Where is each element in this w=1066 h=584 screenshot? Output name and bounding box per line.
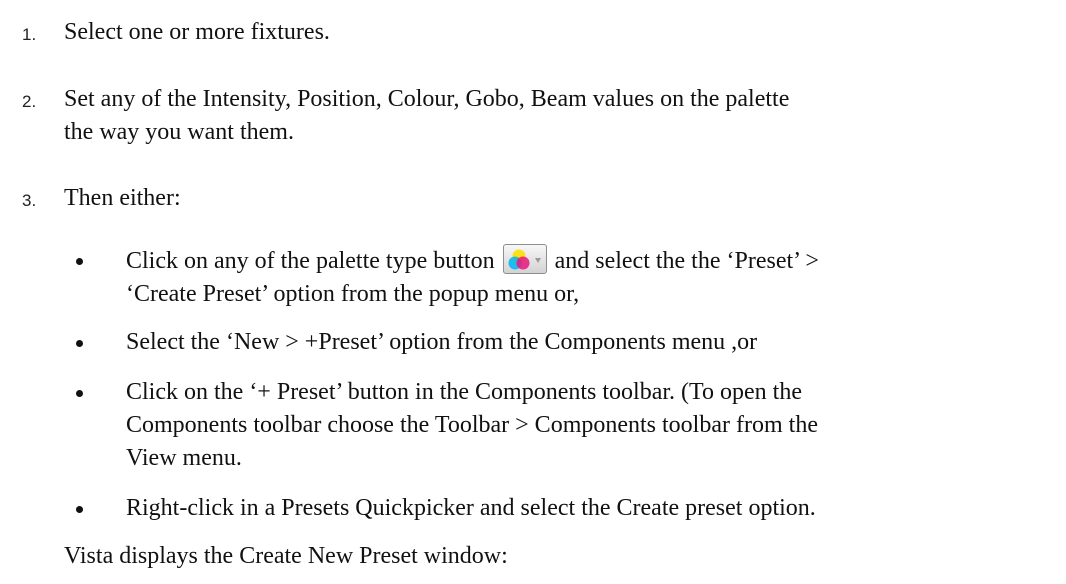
- bullet-dot: [76, 506, 83, 513]
- step-text: Then either:: [64, 185, 181, 211]
- bullet-dot: [76, 390, 83, 397]
- step-text: Set any of the Intensity, Position, Colo…: [64, 83, 1054, 149]
- bullet-text-line: ‘Create Preset’ option from the popup me…: [126, 281, 580, 307]
- step-number: 1.: [22, 25, 37, 44]
- step-number: 3.: [22, 191, 37, 210]
- bullet-text-line: Click on any of the palette type button …: [126, 244, 1056, 278]
- bullet-dot: [76, 258, 83, 265]
- bullet-text-line: View menu.: [126, 445, 242, 471]
- bullet-text-fragment: Click on any of the palette type button: [126, 248, 495, 274]
- closing-text: Vista displays the Create New Preset win…: [64, 543, 508, 569]
- bullet-text-line: Components toolbar choose the Toolbar > …: [126, 412, 818, 438]
- step-text-line: Set any of the Intensity, Position, Colo…: [64, 86, 790, 112]
- colour-palette-icon: [508, 249, 541, 270]
- step-text: Select one or more fixtures.: [64, 19, 330, 45]
- step-text-line: the way you want them.: [64, 119, 294, 145]
- bullet-text: Click on the ‘+ Preset’ button in the Co…: [126, 376, 1056, 475]
- bullet-dot: [76, 340, 83, 347]
- bullet-text-line: Click on the ‘+ Preset’ button in the Co…: [126, 379, 802, 405]
- step-number: 2.: [22, 92, 37, 111]
- bullet-text: Click on any of the palette type button …: [126, 244, 1056, 311]
- palette-type-button[interactable]: [502, 244, 547, 274]
- bullet-text: Right-click in a Presets Quickpicker and…: [126, 495, 816, 521]
- bullet-text-fragment: and select the the ‘Preset’ >: [554, 248, 819, 274]
- bullet-text: Select the ‘New > +Preset’ option from t…: [126, 329, 758, 355]
- chevron-down-icon: [534, 258, 541, 263]
